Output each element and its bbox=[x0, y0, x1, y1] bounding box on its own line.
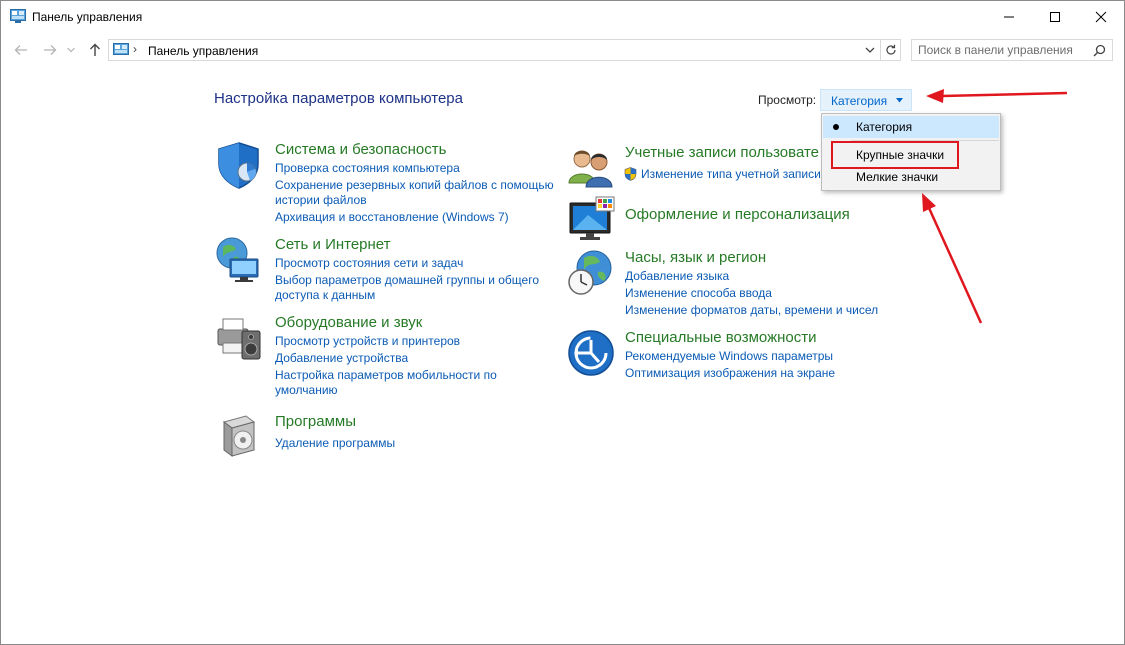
link-add-device[interactable]: Добавление устройства bbox=[275, 351, 408, 366]
arrow-up-icon bbox=[90, 43, 100, 56]
forward-button[interactable] bbox=[41, 41, 59, 59]
annotation-highlight-box bbox=[831, 141, 959, 169]
control-panel-icon bbox=[10, 9, 26, 23]
search-icon[interactable] bbox=[1093, 44, 1106, 57]
recent-locations-button[interactable] bbox=[65, 41, 77, 59]
close-button[interactable] bbox=[1078, 1, 1124, 33]
link-network-status[interactable]: Просмотр состояния сети и задач bbox=[275, 256, 463, 271]
control-panel-window: Панель управления › Панель управления По… bbox=[0, 0, 1125, 645]
menu-item-category-label: Категория bbox=[856, 120, 913, 134]
menu-item-category[interactable]: Категория bbox=[823, 116, 999, 138]
link-backup-restore-win7[interactable]: Архивация и восстановление (Windows 7) bbox=[275, 210, 509, 225]
search-input[interactable] bbox=[918, 42, 1088, 58]
maximize-button[interactable] bbox=[1032, 1, 1078, 33]
refresh-icon bbox=[885, 44, 896, 55]
chevron-down-icon[interactable] bbox=[863, 43, 877, 57]
control-panel-icon bbox=[113, 43, 129, 55]
network-globe-icon[interactable] bbox=[214, 235, 264, 285]
link-file-history-backup[interactable]: Сохранение резервных копий файлов с помо… bbox=[275, 178, 554, 193]
category-title-system-security[interactable]: Система и безопасность bbox=[275, 141, 446, 158]
navigation-bar: › Панель управления bbox=[1, 37, 1124, 63]
category-title-hardware-sound[interactable]: Оборудование и звук bbox=[275, 314, 422, 331]
arrow-right-icon bbox=[44, 45, 57, 55]
link-file-history-backup-cont[interactable]: истории файлов bbox=[275, 193, 367, 208]
window-title: Панель управления bbox=[32, 10, 143, 24]
maximize-icon bbox=[1050, 12, 1060, 22]
address-bar[interactable]: › Панель управления bbox=[108, 39, 881, 61]
category-title-network-internet[interactable]: Сеть и Интернет bbox=[275, 236, 391, 253]
link-change-input-method[interactable]: Изменение способа ввода bbox=[625, 286, 772, 301]
link-homegroup-sharing[interactable]: Выбор параметров домашней группы и общег… bbox=[275, 273, 539, 288]
minimize-icon bbox=[1004, 16, 1014, 18]
link-mobility-settings[interactable]: Настройка параметров мобильности по bbox=[275, 368, 497, 383]
link-optimize-display[interactable]: Оптимизация изображения на экране bbox=[625, 366, 835, 381]
link-devices-printers[interactable]: Просмотр устройств и принтеров bbox=[275, 334, 460, 349]
category-title-user-accounts[interactable]: Учетные записи пользовате bbox=[625, 144, 819, 161]
link-change-account-type[interactable]: Изменение типа учетной записи bbox=[641, 167, 821, 182]
programs-box-icon[interactable] bbox=[214, 412, 264, 462]
close-icon bbox=[1095, 11, 1107, 23]
view-selector-value: Категория bbox=[831, 94, 888, 108]
clock-globe-icon[interactable] bbox=[566, 248, 616, 298]
link-homegroup-sharing-cont[interactable]: доступа к данным bbox=[275, 288, 375, 303]
shield-icon[interactable] bbox=[214, 140, 264, 190]
selected-bullet-icon bbox=[833, 124, 839, 130]
link-change-date-time-formats[interactable]: Изменение форматов даты, времени и чисел bbox=[625, 303, 878, 318]
refresh-button[interactable] bbox=[881, 39, 901, 61]
menu-item-small-icons[interactable]: Мелкие значки bbox=[823, 166, 999, 188]
link-check-computer-status[interactable]: Проверка состояния компьютера bbox=[275, 161, 460, 176]
minimize-button[interactable] bbox=[986, 1, 1032, 33]
caret-down-icon bbox=[896, 98, 903, 103]
accessibility-icon[interactable] bbox=[566, 328, 616, 378]
back-button[interactable] bbox=[12, 41, 30, 59]
view-label: Просмотр: bbox=[758, 93, 817, 107]
link-uninstall-program[interactable]: Удаление программы bbox=[275, 436, 395, 451]
users-icon[interactable] bbox=[566, 143, 616, 193]
up-button[interactable] bbox=[86, 41, 104, 59]
menu-item-small-icons-label: Мелкие значки bbox=[856, 170, 939, 184]
page-heading: Настройка параметров компьютера bbox=[214, 90, 463, 107]
category-title-programs[interactable]: Программы bbox=[275, 413, 356, 430]
link-add-language[interactable]: Добавление языка bbox=[625, 269, 729, 284]
category-title-clock-language-region[interactable]: Часы, язык и регион bbox=[625, 249, 766, 266]
category-title-ease-of-access[interactable]: Специальные возможности bbox=[625, 329, 817, 346]
link-recommended-settings[interactable]: Рекомендуемые Windows параметры bbox=[625, 349, 833, 364]
category-title-appearance-personalization[interactable]: Оформление и персонализация bbox=[625, 206, 850, 223]
title-bar[interactable]: Панель управления bbox=[1, 1, 1124, 33]
monitor-palette-icon[interactable] bbox=[566, 195, 616, 245]
arrow-left-icon bbox=[14, 45, 27, 55]
search-box[interactable] bbox=[911, 39, 1113, 61]
breadcrumb-control-panel[interactable]: Панель управления bbox=[148, 44, 258, 58]
chevron-down-icon bbox=[67, 47, 75, 53]
uac-shield-icon bbox=[624, 167, 637, 181]
breadcrumb-separator-icon: › bbox=[133, 42, 137, 56]
printer-speaker-icon[interactable] bbox=[214, 313, 264, 363]
view-selector[interactable]: Категория bbox=[820, 89, 912, 111]
link-mobility-settings-cont[interactable]: умолчанию bbox=[275, 383, 338, 398]
